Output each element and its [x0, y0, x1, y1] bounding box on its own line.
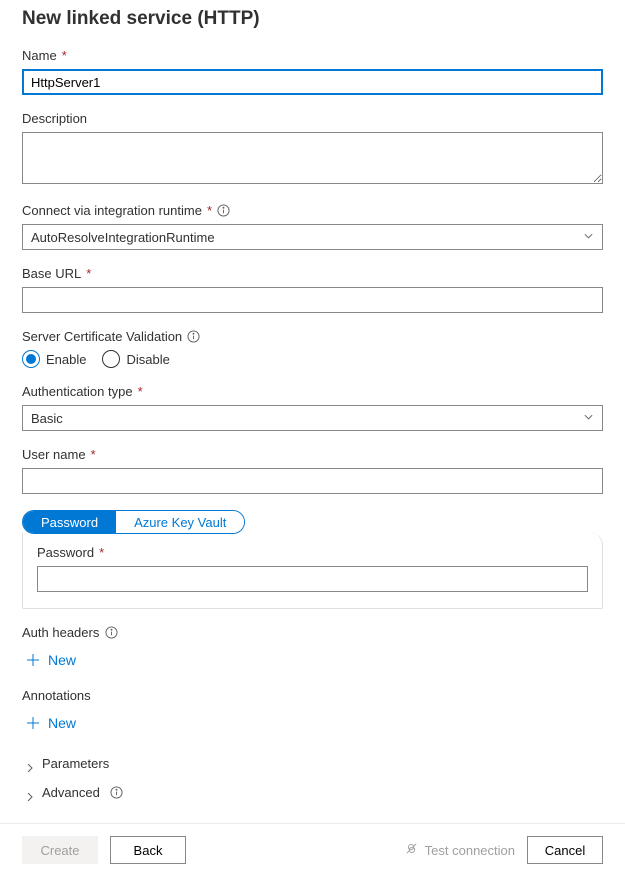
tab-password[interactable]: Password: [23, 511, 116, 533]
back-button[interactable]: Back: [110, 836, 186, 864]
password-input[interactable]: [37, 566, 588, 592]
authtype-label: Authentication type*: [22, 384, 603, 399]
description-label: Description: [22, 111, 603, 126]
test-connection-button[interactable]: Test connection: [404, 841, 515, 859]
plus-icon: [26, 653, 40, 667]
tab-azure-key-vault[interactable]: Azure Key Vault: [116, 511, 244, 533]
page-title: New linked service (HTTP): [22, 8, 603, 30]
runtime-select[interactable]: AutoResolveIntegrationRuntime: [22, 224, 603, 250]
add-authheader-button[interactable]: New: [22, 646, 80, 674]
plus-icon: [26, 716, 40, 730]
create-button[interactable]: Create: [22, 836, 98, 864]
username-input[interactable]: [22, 468, 603, 494]
chevron-down-icon: [583, 230, 594, 245]
chevron-down-icon: [583, 411, 594, 426]
expander-parameters[interactable]: Parameters: [22, 751, 603, 776]
username-label: User name*: [22, 447, 603, 462]
caret-right-icon: [26, 789, 34, 797]
connection-icon: [404, 841, 419, 859]
cancel-button[interactable]: Cancel: [527, 836, 603, 864]
baseurl-input[interactable]: [22, 287, 603, 313]
baseurl-label: Base URL*: [22, 266, 603, 281]
radio-enable[interactable]: Enable: [22, 350, 86, 368]
info-icon[interactable]: [187, 330, 200, 343]
authtype-select[interactable]: Basic: [22, 405, 603, 431]
info-icon[interactable]: [217, 204, 230, 217]
radio-disable[interactable]: Disable: [102, 350, 169, 368]
description-textarea[interactable]: [22, 132, 603, 184]
caret-right-icon: [26, 760, 34, 768]
info-icon[interactable]: [110, 786, 123, 799]
add-annotation-button[interactable]: New: [22, 709, 80, 737]
expander-advanced[interactable]: Advanced: [22, 780, 603, 805]
info-icon[interactable]: [105, 626, 118, 639]
name-input[interactable]: [22, 69, 603, 95]
name-label: Name*: [22, 48, 603, 63]
certvalidation-label: Server Certificate Validation: [22, 329, 603, 344]
password-label: Password*: [37, 545, 588, 560]
annotations-label: Annotations: [22, 688, 603, 703]
runtime-label: Connect via integration runtime*: [22, 203, 603, 218]
authheaders-label: Auth headers: [22, 625, 603, 640]
